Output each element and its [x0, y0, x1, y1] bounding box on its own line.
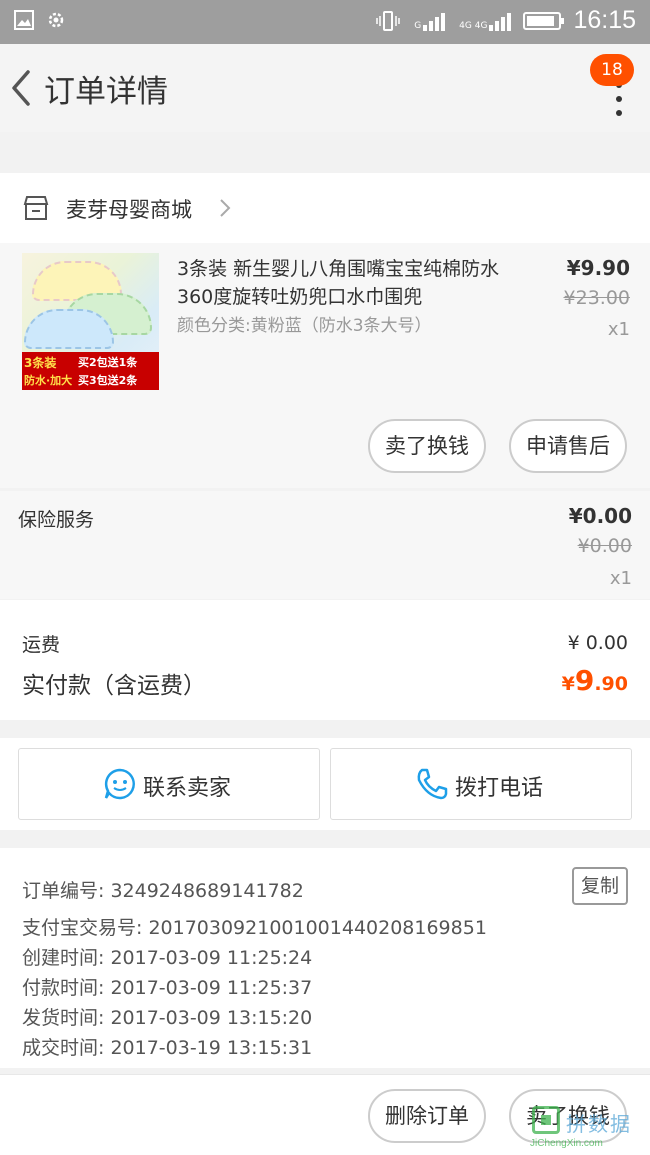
resell-button[interactable]: 卖了换钱 — [368, 419, 486, 473]
watermark-text: JiChengXin.com — [530, 1138, 603, 1149]
total-decimal: .90 — [594, 673, 628, 695]
contact-seller-label: 联系卖家 — [143, 776, 232, 801]
shipped-time: 发货时间: 2017-03-09 13:15:20 — [22, 1007, 313, 1029]
copy-button[interactable]: 复制 — [572, 867, 628, 905]
order-info: 订单编号: 3249248689141782 复制 支付宝交易号: 201703… — [0, 848, 650, 1068]
product-original-price: ¥23.00 — [563, 287, 630, 309]
watermark-logo: 拼数据 JiChengXin.com — [530, 1104, 648, 1152]
total-value: ¥9.90 — [562, 664, 628, 697]
watermark-icon — [532, 1106, 560, 1134]
shop-row[interactable]: 麦芽母婴商城 — [0, 173, 650, 243]
shipping-label: 运费 — [22, 634, 61, 656]
settings-icon — [48, 12, 64, 28]
page-title: 订单详情 — [44, 74, 168, 110]
shipping-value: ¥ 0.00 — [567, 632, 628, 654]
insurance-price: ¥0.00 — [568, 504, 632, 528]
contact-row: 联系卖家 拨打电话 — [0, 738, 650, 830]
promo-text-3: 防水·加大 — [24, 374, 73, 387]
message-badge: 18 — [590, 54, 634, 86]
product-sku: 颜色分类:黄粉蓝（防水3条大号） — [177, 316, 432, 336]
chevron-right-icon — [220, 199, 231, 217]
delete-order-button[interactable]: 删除订单 — [368, 1089, 486, 1143]
signal-sim1-icon: G — [412, 11, 446, 31]
shop-name: 麦芽母婴商城 — [66, 198, 192, 222]
order-item[interactable]: 3条装 买2包送1条 防水·加大 买3包送2条 3条装 新生婴儿八角围嘴宝宝纯棉… — [0, 243, 650, 488]
vibrate-icon — [376, 10, 400, 31]
battery-icon — [523, 11, 565, 30]
nav-bar: 订单详情 18 — [0, 44, 650, 132]
alipay-number: 支付宝交易号: 2017030921001001440208169851 — [22, 917, 487, 939]
battery-level — [527, 15, 555, 26]
promo-text-4: 买3包送2条 — [78, 374, 138, 387]
back-arrow-icon[interactable] — [4, 64, 42, 112]
sim2-label: 4G 4G — [459, 20, 488, 31]
total-integer: 9 — [574, 664, 595, 697]
contact-seller-button[interactable]: 联系卖家 — [18, 748, 320, 820]
created-time: 创建时间: 2017-03-09 11:25:24 — [22, 947, 313, 969]
product-title: 3条装 新生婴儿八角围嘴宝宝纯棉防水360度旋转吐奶兜口水巾围兜 — [177, 258, 500, 308]
payment-summary: 运费 ¥ 0.00 实付款（含运费） ¥9.90 — [0, 600, 650, 720]
insurance-quantity: x1 — [609, 568, 632, 589]
watermark-cn-text: 拼数据 — [566, 1112, 632, 1136]
product-quantity: x1 — [607, 319, 630, 340]
promo-banner: 3条装 买2包送1条 防水·加大 买3包送2条 — [22, 352, 159, 390]
phone-icon — [417, 768, 448, 800]
clock: 16:15 — [573, 6, 636, 34]
sim1-label: G — [414, 20, 422, 31]
promo-text-1: 3条装 — [24, 356, 57, 370]
gallery-icon — [14, 10, 34, 30]
insurance-original-price: ¥0.00 — [577, 535, 632, 557]
more-menu-icon[interactable] — [614, 82, 624, 116]
total-currency: ¥ — [561, 673, 575, 695]
store-icon — [23, 196, 49, 220]
status-bar: G 4G 4G 16:15 — [0, 0, 650, 44]
call-label: 拨打电话 — [455, 776, 544, 801]
promo-text-2: 买2包送1条 — [78, 356, 138, 369]
product-thumbnail[interactable]: 3条装 买2包送1条 防水·加大 买3包送2条 — [22, 253, 159, 390]
chat-bubble-icon — [104, 768, 135, 800]
insurance-row: 保险服务 ¥0.00 ¥0.00 x1 — [0, 491, 650, 599]
insurance-label: 保险服务 — [18, 509, 95, 531]
completed-time: 成交时间: 2017-03-19 13:15:31 — [22, 1037, 313, 1059]
after-sales-button[interactable]: 申请售后 — [509, 419, 627, 473]
product-price: ¥9.90 — [566, 256, 630, 280]
paid-time: 付款时间: 2017-03-09 11:25:37 — [22, 977, 313, 999]
total-label: 实付款（含运费） — [22, 673, 206, 699]
order-number: 订单编号: 3249248689141782 — [22, 880, 304, 902]
call-button[interactable]: 拨打电话 — [330, 748, 632, 820]
signal-sim2-icon: 4G 4G — [457, 11, 512, 31]
